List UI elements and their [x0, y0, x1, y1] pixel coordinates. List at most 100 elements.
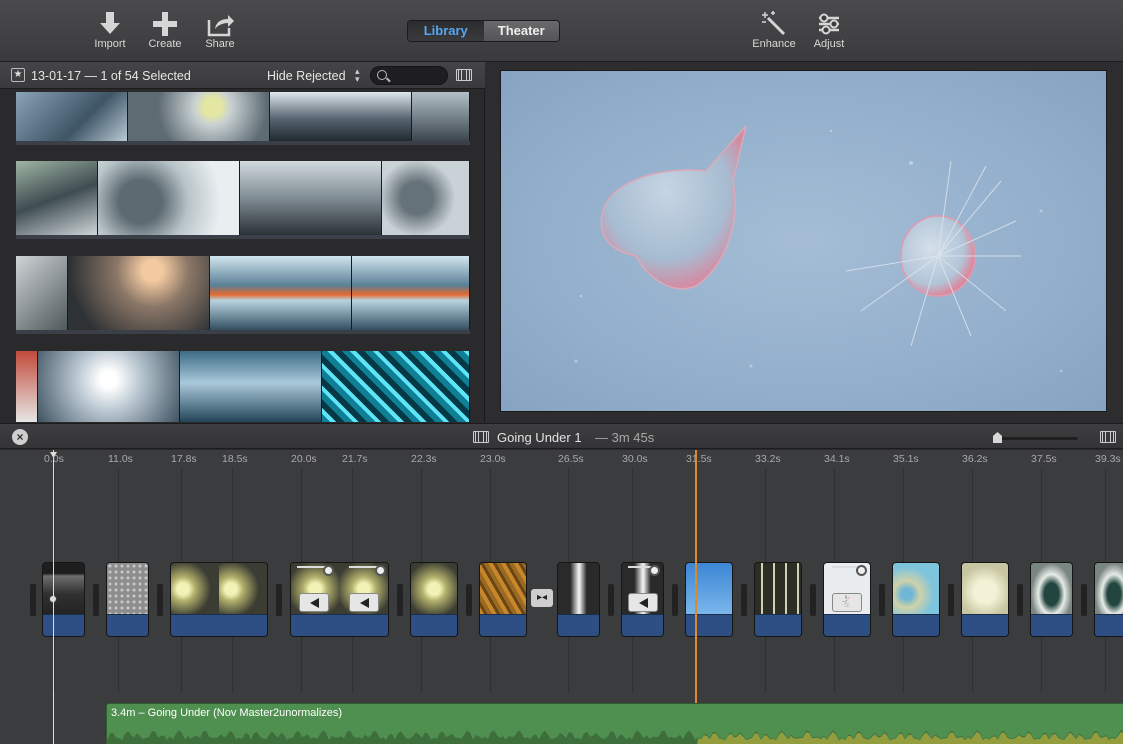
browser-header: ★ 13-01-17 — 1 of 54 Selected Hide Rejec… — [0, 62, 485, 89]
timeline-clip[interactable] — [961, 562, 1009, 637]
ruler-tick-label: 18.5s — [222, 453, 248, 465]
speed-handle[interactable] — [375, 565, 386, 576]
timeline-settings-icon[interactable] — [1100, 431, 1116, 443]
ruler-tick-label: 37.5s — [1031, 453, 1057, 465]
create-label: Create — [148, 38, 182, 50]
reverse-icon[interactable] — [628, 593, 658, 612]
ruler-tick-label: 26.5s — [558, 453, 584, 465]
ruler-tick-label: 11.0s — [108, 453, 133, 465]
adjust-label: Adjust — [813, 38, 845, 50]
ruler-tick-label: 34.1s — [824, 453, 850, 465]
filmstrip-icon[interactable] — [456, 69, 472, 81]
timeline-clip[interactable]: 🐇 — [823, 562, 871, 637]
gap-marker — [93, 584, 99, 616]
clip-filmstrip[interactable] — [16, 161, 470, 239]
import-label: Import — [94, 38, 126, 50]
video-frame[interactable] — [500, 70, 1107, 412]
gap-marker — [879, 584, 885, 616]
toolbar: Import Create Share Library Theater Enha… — [0, 0, 1123, 62]
adjust-button[interactable]: Adjust — [799, 10, 859, 50]
zoom-slider-knob[interactable] — [993, 432, 1002, 443]
search-icon — [377, 70, 387, 80]
audio-waveform — [107, 730, 1123, 744]
speed-handle[interactable] — [323, 565, 334, 576]
timeline-clip[interactable] — [557, 562, 600, 637]
ruler-tick-label: 31.5s — [686, 453, 712, 465]
filter-popup[interactable]: Hide Rejected — [267, 69, 346, 83]
zoom-slider-track[interactable] — [995, 437, 1078, 440]
background-music-track[interactable]: 3.4m – Going Under (Nov Master2unormaliz… — [106, 703, 1123, 744]
gap-marker — [397, 584, 403, 616]
ruler-tick-label: 35.1s — [893, 453, 919, 465]
imovie-window: Import Create Share Library Theater Enha… — [0, 0, 1123, 744]
close-icon[interactable]: × — [12, 429, 28, 445]
magic-wand-icon — [744, 10, 804, 38]
speed-handle[interactable] — [856, 565, 867, 576]
speed-bar — [349, 565, 386, 576]
ruler-tick-label: 39.3s — [1095, 453, 1121, 465]
timeline-clip[interactable] — [170, 562, 268, 637]
popup-arrows-icon: ▴ ▾ — [355, 66, 360, 84]
clip-filmstrip[interactable] — [16, 351, 470, 422]
timeline-clip[interactable] — [1094, 562, 1123, 637]
star-icon[interactable]: ★ — [11, 68, 25, 82]
sliders-icon — [799, 10, 859, 38]
ruler-tick-label: 20.0s — [291, 453, 317, 465]
reverse-icon[interactable] — [349, 593, 379, 612]
ruler-tick-label: 36.2s — [962, 453, 988, 465]
speed-bar — [297, 565, 334, 576]
timeline-clip[interactable] — [892, 562, 940, 637]
timeline-clip[interactable] — [290, 562, 389, 637]
ruler-tick-label: 22.3s — [411, 453, 437, 465]
gap-marker — [30, 584, 36, 616]
clip-filmstrip[interactable] — [16, 256, 470, 334]
enhance-button[interactable]: Enhance — [744, 10, 804, 50]
search-field[interactable] — [370, 66, 448, 85]
import-arrow-icon — [80, 10, 140, 38]
share-icon — [190, 10, 250, 38]
music-track-label: 3.4m – Going Under (Nov Master2unormaliz… — [111, 707, 343, 719]
plus-icon — [135, 10, 195, 38]
speed-bar — [832, 565, 867, 576]
timeline-clip[interactable] — [754, 562, 802, 637]
timeline-clip[interactable] — [410, 562, 458, 637]
reverse-icon[interactable] — [299, 593, 329, 612]
ruler-tick-label: 17.8s — [171, 453, 197, 465]
gap-marker — [1017, 584, 1023, 616]
gap-marker — [276, 584, 282, 616]
transition-icon[interactable]: ▸◂ — [531, 589, 553, 607]
gap-marker — [810, 584, 816, 616]
playhead[interactable] — [695, 450, 697, 744]
gap-marker — [466, 584, 472, 616]
share-label: Share — [205, 38, 235, 50]
gap-marker — [157, 584, 163, 616]
rabbit-fast-icon[interactable]: 🐇 — [832, 593, 862, 612]
gap-marker — [948, 584, 954, 616]
timeline[interactable]: 0.0s11.0s17.8s18.5s20.0s21.7s22.3s23.0s2… — [0, 450, 1123, 744]
project-duration: — 3m 45s — [595, 430, 655, 445]
timeline-clip[interactable] — [1030, 562, 1073, 637]
viewer — [486, 62, 1123, 422]
skimmer-line[interactable] — [53, 450, 54, 744]
create-button[interactable]: Create — [135, 10, 195, 50]
import-button[interactable]: Import — [80, 10, 140, 50]
ruler-tick-label: 33.2s — [755, 453, 781, 465]
timeline-clip[interactable] — [685, 562, 733, 637]
ruler-tick-label: 21.7s — [342, 453, 368, 465]
project-film-icon — [473, 431, 489, 443]
enhance-label: Enhance — [752, 38, 796, 50]
clip-filmstrip[interactable] — [16, 92, 470, 145]
project-title: Going Under 1 — [497, 430, 582, 445]
share-button[interactable]: Share — [190, 10, 250, 50]
gap-marker — [608, 584, 614, 616]
timeline-clip[interactable] — [106, 562, 149, 637]
timeline-clip[interactable] — [621, 562, 664, 637]
gap-marker — [741, 584, 747, 616]
microscope-footage-image — [574, 125, 1063, 373]
clip-browser: ★ 13-01-17 — 1 of 54 Selected Hide Rejec… — [0, 62, 485, 422]
ruler-tick-label: 30.0s — [622, 453, 648, 465]
tab-theater[interactable]: Theater — [483, 21, 559, 41]
timeline-clip[interactable] — [479, 562, 527, 637]
speed-handle[interactable] — [649, 565, 660, 576]
tab-library[interactable]: Library — [408, 21, 484, 41]
